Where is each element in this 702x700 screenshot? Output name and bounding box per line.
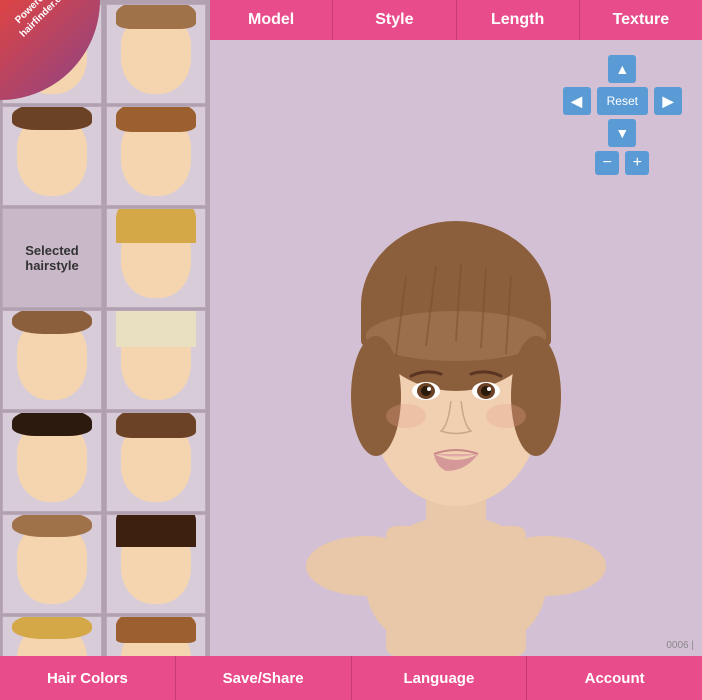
top-nav: Model Style Length Texture bbox=[210, 0, 702, 40]
tab-length[interactable]: Length bbox=[457, 0, 580, 40]
logo-text: Powered by hairfinder.com bbox=[8, 0, 75, 40]
model-svg bbox=[306, 106, 606, 656]
hairstyle-item-4[interactable] bbox=[106, 106, 206, 206]
hairstyle-item-10[interactable] bbox=[106, 412, 206, 512]
nav-right-button[interactable]: ▶ bbox=[654, 87, 682, 115]
bottom-nav-language[interactable]: Language bbox=[352, 656, 528, 700]
hairstyle-item-3[interactable] bbox=[2, 106, 102, 206]
nav-left-button[interactable]: ◀ bbox=[563, 87, 591, 115]
tab-style[interactable]: Style bbox=[333, 0, 456, 40]
bottom-nav: Hair Colors Save/Share Language Account bbox=[0, 656, 702, 700]
zoom-in-button[interactable]: + bbox=[625, 151, 649, 175]
hairstyle-grid: Selected hairstyle bbox=[0, 2, 210, 656]
hairstyle-item-2[interactable] bbox=[106, 4, 206, 104]
hairstyle-item-7[interactable] bbox=[2, 310, 102, 410]
nav-down-button[interactable]: ▼ bbox=[608, 119, 636, 147]
tab-model[interactable]: Model bbox=[210, 0, 333, 40]
nav-controls: ▲ ◀ Reset ▶ ▼ − + bbox=[563, 55, 682, 175]
watermark: 0006 | bbox=[666, 640, 694, 651]
hairstyle-item-14[interactable] bbox=[106, 616, 206, 656]
zoom-out-button[interactable]: − bbox=[595, 151, 619, 175]
hairstyle-item-9[interactable] bbox=[2, 412, 102, 512]
sidebar: Selected hairstyle bbox=[0, 0, 210, 656]
hairstyle-item-12[interactable] bbox=[106, 514, 206, 614]
tab-texture[interactable]: Texture bbox=[580, 0, 702, 40]
bottom-nav-account[interactable]: Account bbox=[527, 656, 702, 700]
bottom-nav-hair-colors[interactable]: Hair Colors bbox=[0, 656, 176, 700]
nav-up-button[interactable]: ▲ bbox=[608, 55, 636, 83]
hairstyle-selected-label: Selected hairstyle bbox=[2, 208, 102, 308]
hairstyle-item-8[interactable] bbox=[106, 310, 206, 410]
main-area: ▲ ◀ Reset ▶ ▼ − + bbox=[210, 40, 702, 656]
hairstyle-item-6[interactable] bbox=[106, 208, 206, 308]
bottom-nav-save-share[interactable]: Save/Share bbox=[176, 656, 352, 700]
reset-button[interactable]: Reset bbox=[597, 87, 648, 115]
hairstyle-item-11[interactable] bbox=[2, 514, 102, 614]
hairstyle-item-13[interactable] bbox=[2, 616, 102, 656]
